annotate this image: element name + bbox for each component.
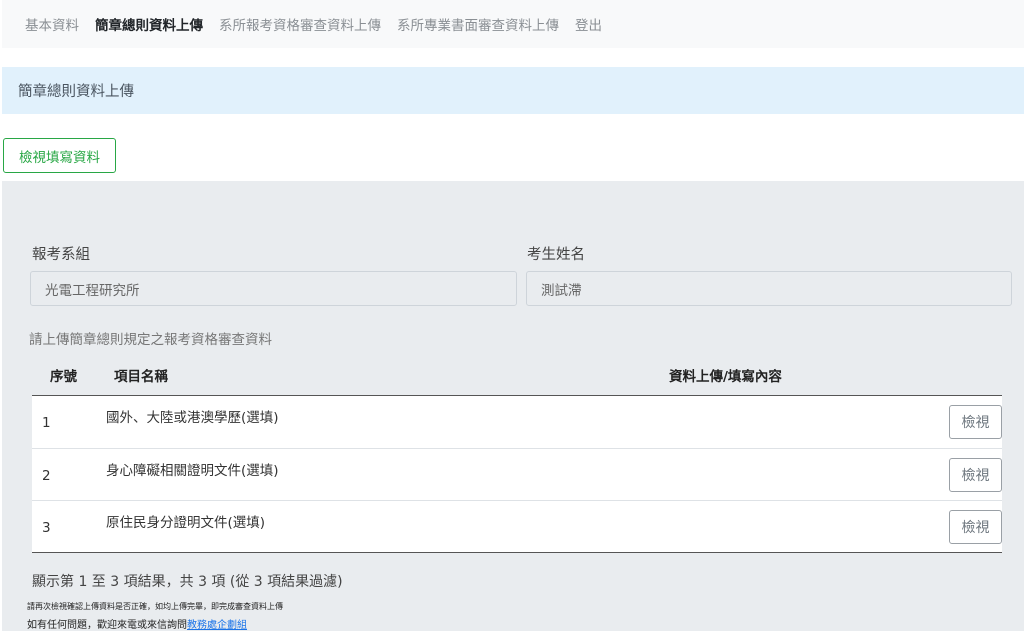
table-row: 3 原住民身分證明文件(選填) 檢視 xyxy=(32,500,1002,552)
col-content-header[interactable]: 資料上傳/填寫內容 xyxy=(669,365,782,385)
contact-note-text: 如有任何問題，歡迎來電或來信詢問 xyxy=(27,620,187,631)
nav-written-review-upload[interactable]: 系所專業書面審查資料上傳 xyxy=(397,14,559,34)
upload-hint: 請上傳簡章總則規定之報考資格審查資料 xyxy=(29,332,272,348)
view-button[interactable]: 檢視 xyxy=(949,510,1002,544)
row-index: 3 xyxy=(42,520,51,536)
dept-field: 光電工程研究所 xyxy=(30,271,517,306)
dept-label: 報考系組 xyxy=(32,247,90,263)
row-index: 1 xyxy=(42,415,51,431)
view-filled-data-button[interactable]: 檢視填寫資料 xyxy=(3,138,116,173)
row-item-name: 原住民身分證明文件(選填) xyxy=(106,515,266,531)
confirm-note: 請再次檢視確認上傳資料是否正確，如均上傳完畢，即完成審查資料上傳 xyxy=(27,602,283,611)
section-title: 簡章總則資料上傳 xyxy=(18,84,134,100)
nav-qualification-upload[interactable]: 系所報考資格審查資料上傳 xyxy=(219,14,381,34)
view-button[interactable]: 檢視 xyxy=(949,405,1002,439)
nav-general-upload[interactable]: 簡章總則資料上傳 xyxy=(95,14,203,34)
table-summary: 顯示第 1 至 3 項結果，共 3 項 (從 3 項結果過濾) xyxy=(32,574,343,590)
table-row: 1 國外、大陸或港澳學歷(選填) 檢視 xyxy=(32,396,1002,448)
upload-panel: 報考系組 光電工程研究所 考生姓名 測試滯 請上傳簡章總則規定之報考資格審查資料… xyxy=(2,181,1024,631)
view-button[interactable]: 檢視 xyxy=(949,458,1002,492)
contact-link[interactable]: 教務處企劃組 xyxy=(187,620,247,631)
contact-note: 如有任何問題，歡迎來電或來信詢問教務處企劃組 xyxy=(27,616,247,631)
table-header: 序號 項目名稱 資料上傳/填寫內容 xyxy=(32,363,1002,397)
nav-basic-info[interactable]: 基本資料 xyxy=(25,14,79,34)
col-index-header[interactable]: 序號 xyxy=(50,365,77,385)
name-label: 考生姓名 xyxy=(527,247,585,263)
col-name-header[interactable]: 項目名稱 xyxy=(114,365,168,385)
section-title-banner: 簡章總則資料上傳 xyxy=(2,67,1024,114)
row-item-name: 身心障礙相關證明文件(選填) xyxy=(106,463,279,479)
table-row: 2 身心障礙相關證明文件(選填) 檢視 xyxy=(32,448,1002,500)
top-navigation: 基本資料 簡章總則資料上傳 系所報考資格審查資料上傳 系所專業書面審查資料上傳 … xyxy=(2,0,1024,48)
row-index: 2 xyxy=(42,468,51,484)
row-item-name: 國外、大陸或港澳學歷(選填) xyxy=(106,410,279,426)
nav-logout[interactable]: 登出 xyxy=(575,14,602,34)
items-table: 1 國外、大陸或港澳學歷(選填) 檢視 2 身心障礙相關證明文件(選填) 檢視 … xyxy=(32,395,1002,553)
name-field: 測試滯 xyxy=(526,271,1012,306)
